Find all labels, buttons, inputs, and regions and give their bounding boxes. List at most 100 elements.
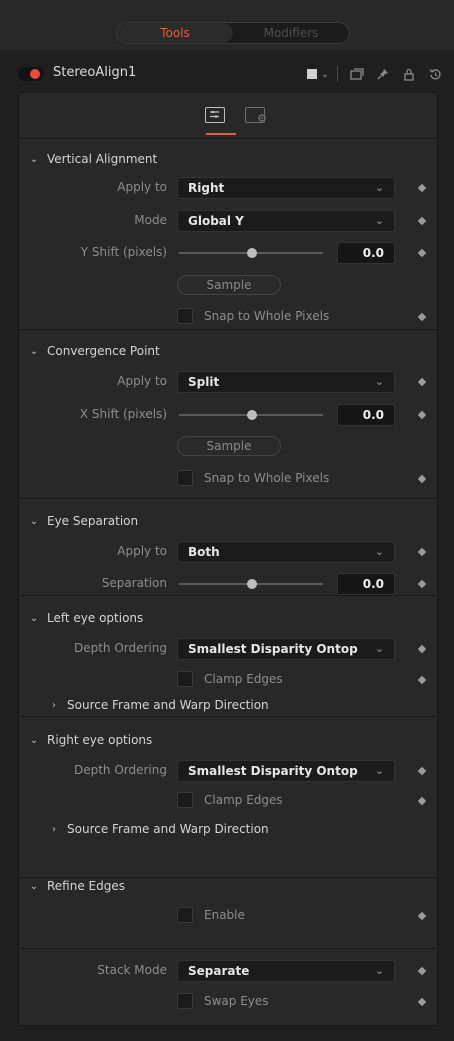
subsection-source-frame[interactable]: › Source Frame and Warp Direction [49, 698, 269, 712]
keyframe-diamond-icon[interactable] [417, 997, 427, 1007]
slider-handle[interactable] [247, 579, 257, 589]
chevron-down-icon: ⌄ [374, 375, 384, 388]
section-header-convergence[interactable]: ⌄ Convergence Point [29, 344, 160, 358]
snap-checkbox[interactable] [177, 470, 193, 486]
depth-ordering-dropdown[interactable]: Smallest Disparity Ontop ⌄ [177, 638, 395, 660]
dropdown-value: Global Y [188, 214, 244, 228]
tab-tools[interactable]: Tools [117, 23, 233, 43]
subsection-source-frame[interactable]: › Source Frame and Warp Direction [49, 822, 269, 836]
stack-mode-dropdown[interactable]: Separate ⌄ [177, 960, 395, 982]
keyframe-diamond-icon[interactable] [417, 966, 427, 976]
keyframe-diamond-icon[interactable] [417, 644, 427, 654]
clamp-edges-checkbox[interactable] [177, 792, 193, 808]
keyframe-diamond-icon[interactable] [417, 766, 427, 776]
dropdown-value: Split [188, 375, 220, 389]
mode-label: Mode [134, 213, 167, 227]
keyframe-diamond-icon[interactable] [417, 216, 427, 226]
pin-icon[interactable] [370, 62, 396, 86]
apply-to-label: Apply to [117, 544, 167, 558]
versions-icon[interactable] [344, 62, 370, 86]
chevron-down-icon: ⌄ [374, 214, 384, 227]
keyframe-diamond-icon[interactable] [417, 547, 427, 557]
dropdown-value: Smallest Disparity Ontop [188, 642, 358, 656]
section-left-eye: ⌄ Left eye options Depth Ordering Smalles… [19, 597, 437, 717]
keyframe-diamond-icon[interactable] [417, 377, 427, 387]
keyframe-diamond-icon[interactable] [417, 248, 427, 258]
depth-ordering-dropdown[interactable]: Smallest Disparity Ontop ⌄ [177, 760, 395, 782]
tab-modifiers[interactable]: Modifiers [233, 23, 349, 43]
section-convergence-point: ⌄ Convergence Point Apply to Split ⌄ X Shi… [19, 331, 437, 499]
color-picker-button[interactable]: ⌄ [305, 62, 331, 86]
section-title: Eye Separation [47, 514, 139, 528]
chevron-down-icon: ⌄ [29, 345, 39, 357]
subsection-title: Source Frame and Warp Direction [67, 698, 269, 712]
section-title: Convergence Point [47, 344, 160, 358]
chevron-down-icon: ⌄ [374, 181, 384, 194]
keyframe-diamond-icon[interactable] [417, 796, 427, 806]
divider [337, 66, 338, 82]
enable-label: Enable [204, 908, 245, 922]
chevron-down-icon: ⌄ [29, 515, 39, 527]
mode-dropdown[interactable]: Global Y ⌄ [177, 210, 395, 232]
chevron-down-icon: ⌄ [29, 880, 39, 892]
snap-label: Snap to Whole Pixels [204, 471, 330, 485]
top-bar: Tools Modifiers [0, 0, 454, 50]
dropdown-value: Both [188, 545, 220, 559]
enable-checkbox[interactable] [177, 907, 193, 923]
x-shift-input[interactable]: 0.0 [337, 404, 395, 426]
keyframe-diamond-icon[interactable] [417, 579, 427, 589]
section-header-vertical[interactable]: ⌄ Vertical Alignment [29, 152, 157, 166]
chevron-down-icon: ⌄ [29, 153, 39, 165]
keyframe-diamond-icon[interactable] [417, 474, 427, 484]
x-shift-label: X Shift (pixels) [79, 407, 167, 421]
sample-button[interactable]: Sample [177, 275, 281, 295]
section-title: Right eye options [47, 733, 153, 747]
keyframe-diamond-icon[interactable] [417, 312, 427, 322]
keyframe-diamond-icon[interactable] [417, 183, 427, 193]
y-shift-label: Y Shift (pixels) [80, 245, 167, 259]
chevron-down-icon: ⌄ [374, 964, 384, 977]
inspector-tab-bar [19, 93, 437, 139]
section-header-eye-separation[interactable]: ⌄ Eye Separation [29, 514, 138, 528]
slider-handle[interactable] [247, 410, 257, 420]
slider-handle[interactable] [247, 248, 257, 258]
chevron-down-icon: ⌄ [374, 764, 384, 777]
keyframe-diamond-icon[interactable] [417, 911, 427, 921]
chevron-down-icon: ⌄ [29, 612, 39, 624]
snap-checkbox[interactable] [177, 308, 193, 324]
clamp-edges-label: Clamp Edges [204, 672, 283, 686]
settings-tab-icon[interactable] [245, 107, 266, 123]
apply-to-dropdown[interactable]: Right ⌄ [177, 177, 395, 199]
apply-to-dropdown[interactable]: Split ⌄ [177, 371, 395, 393]
section-title: Left eye options [47, 611, 144, 625]
clamp-edges-checkbox[interactable] [177, 671, 193, 687]
section-header-refine-edges[interactable]: ⌄ Refine Edges [29, 879, 125, 893]
keyframe-diamond-icon[interactable] [417, 675, 427, 685]
swap-eyes-checkbox[interactable] [177, 993, 193, 1009]
section-stack: Stack Mode Separate ⌄ Swap Eyes [19, 950, 437, 1026]
chevron-down-icon: ⌄ [374, 642, 384, 655]
apply-to-dropdown[interactable]: Both ⌄ [177, 541, 395, 563]
section-title: Vertical Alignment [47, 152, 158, 166]
tool-header: StereoAlign1 ⌄ [0, 58, 454, 90]
swap-eyes-label: Swap Eyes [204, 994, 269, 1008]
section-header-left-eye[interactable]: ⌄ Left eye options [29, 611, 143, 625]
keyframe-diamond-icon[interactable] [417, 410, 427, 420]
depth-ordering-label: Depth Ordering [73, 763, 167, 777]
section-title: Refine Edges [47, 879, 125, 893]
sample-button[interactable]: Sample [177, 436, 281, 456]
separation-label: Separation [101, 576, 167, 590]
enabled-dot-icon [30, 69, 40, 79]
chevron-right-icon: › [52, 823, 56, 835]
controls-tab-icon[interactable] [205, 107, 225, 123]
dropdown-value: Separate [188, 964, 250, 978]
reset-icon[interactable] [422, 62, 448, 86]
section-header-right-eye[interactable]: ⌄ Right eye options [29, 733, 153, 747]
lock-icon[interactable] [396, 62, 422, 86]
depth-ordering-label: Depth Ordering [73, 641, 167, 655]
clamp-edges-label: Clamp Edges [204, 793, 283, 807]
subsection-title: Source Frame and Warp Direction [67, 822, 269, 836]
tool-enable-toggle[interactable] [18, 67, 44, 81]
separation-input[interactable]: 0.0 [337, 573, 395, 595]
y-shift-input[interactable]: 0.0 [337, 242, 395, 264]
